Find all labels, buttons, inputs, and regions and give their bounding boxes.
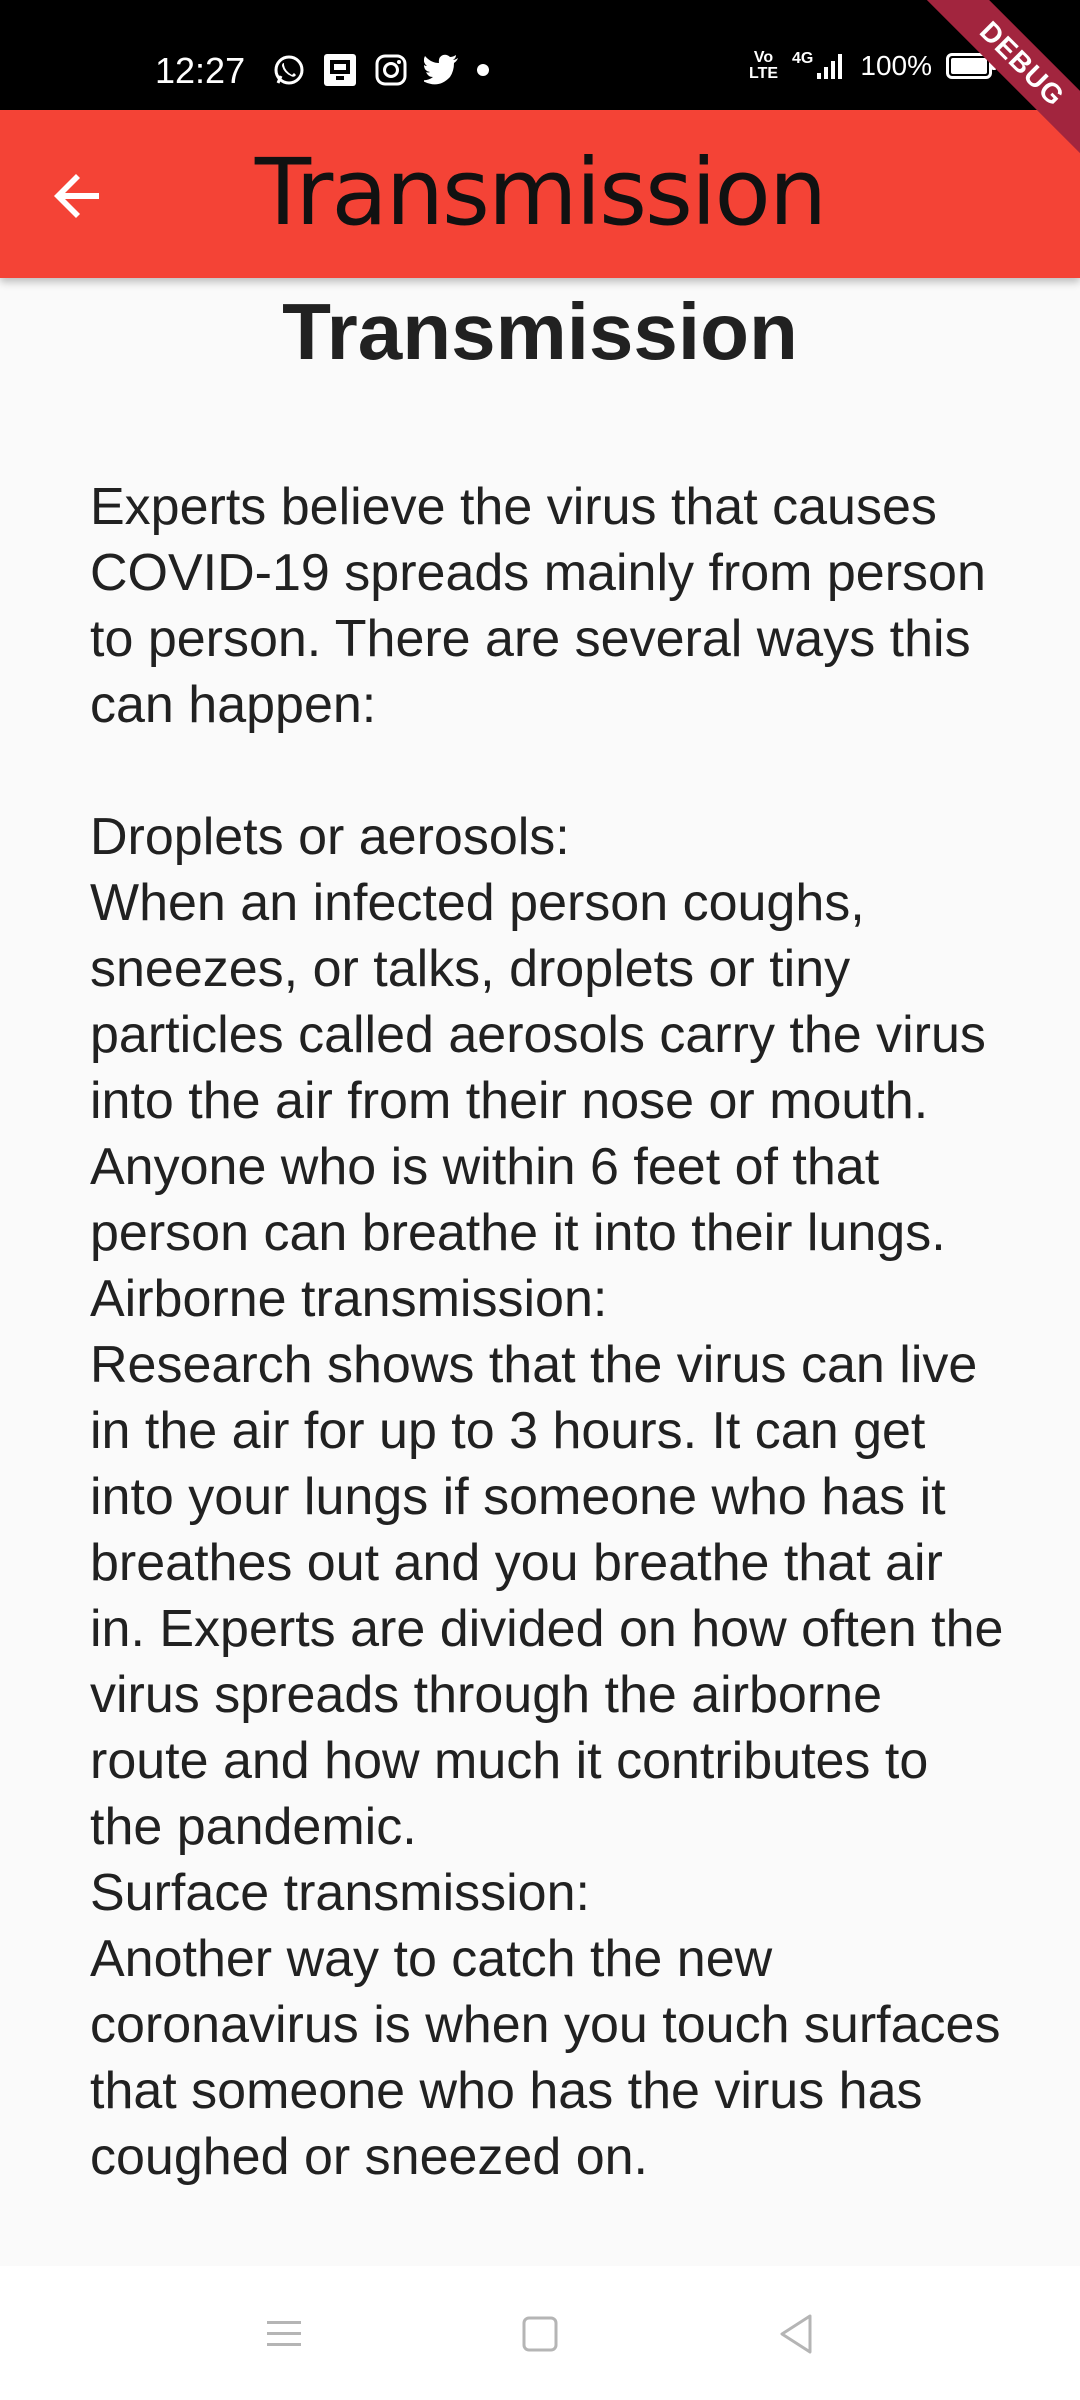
back-nav-button[interactable] <box>768 2306 824 2362</box>
instagram-icon <box>374 53 408 87</box>
app-bar: Transmission <box>0 110 1080 278</box>
menu-icon <box>267 2321 301 2346</box>
status-bar: 12:27 Vo LTE 4G 100% <box>0 0 1080 110</box>
signal-indicator: 4G <box>792 51 846 81</box>
home-button[interactable] <box>512 2306 568 2362</box>
status-right: Vo LTE 4G 100% <box>749 49 996 82</box>
page-title: Transmission <box>282 287 798 376</box>
signal-icon <box>817 54 843 79</box>
twitter-icon <box>424 54 460 86</box>
menu-button[interactable] <box>256 2306 312 2362</box>
dot-icon <box>476 63 490 77</box>
volte-indicator: Vo LTE <box>749 49 779 82</box>
app-bar-title: Transmission <box>254 139 827 246</box>
home-icon <box>522 2316 558 2352</box>
back-triangle-icon <box>780 2314 812 2354</box>
battery-icon <box>946 53 996 79</box>
whatsapp-icon <box>272 53 306 87</box>
notification-icons <box>272 52 490 88</box>
body-text: Experts believe the virus that causes CO… <box>90 478 1004 2186</box>
battery-percent: 100% <box>860 50 932 81</box>
message-icon <box>322 52 358 88</box>
navigation-bar <box>0 2266 1080 2400</box>
content-scroll-area[interactable]: Transmission Experts believe the virus t… <box>0 278 1080 2266</box>
status-time: 12:27 <box>155 50 246 91</box>
